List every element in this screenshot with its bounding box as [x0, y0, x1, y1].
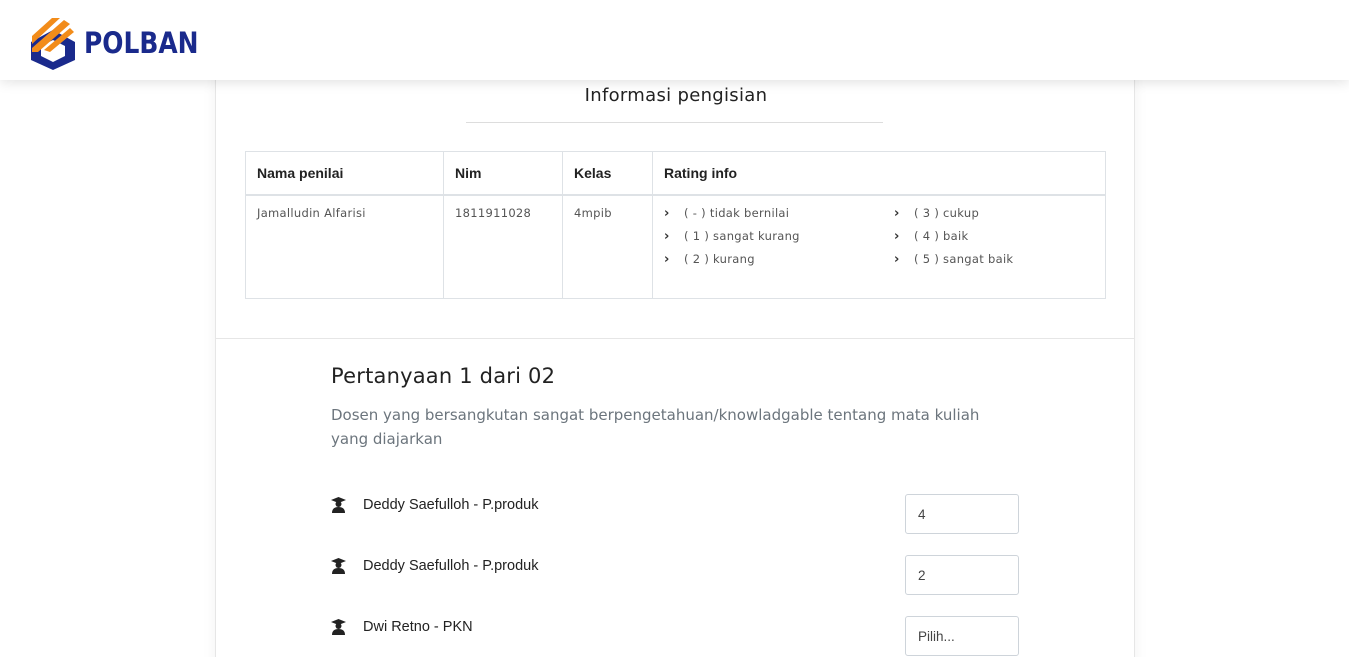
evaluation-card: Informasi pengisian Nama penilai Nim Kel…	[215, 60, 1135, 657]
header-kelas: Kelas	[562, 151, 653, 196]
question-title: Pertanyaan 1 dari 02	[331, 364, 556, 388]
chevron-right-icon: ›	[894, 228, 900, 244]
cell-nim: 1811911028	[443, 194, 563, 299]
cell-rating-info: › ( - ) tidak bernilai › ( 3 ) cukup › ( 1 …	[652, 194, 1106, 299]
chevron-right-icon: ›	[894, 251, 900, 267]
graduate-user-icon	[331, 558, 363, 574]
rating-label: ( 1 ) sangat kurang	[684, 229, 800, 243]
rating-legend: › ( - ) tidak bernilai › ( 3 ) cukup › ( 1 …	[664, 205, 1094, 268]
rating-item: › ( 1 ) sangat kurang	[664, 228, 894, 245]
rating-select-value: Pilih...	[918, 628, 955, 644]
rating-label: ( 3 ) cukup	[914, 206, 980, 220]
cell-kelas: 4mpib	[562, 194, 653, 299]
rating-select-value: 4	[918, 506, 926, 522]
header-nama-penilai: Nama penilai	[245, 151, 444, 196]
header-rating-info: Rating info	[652, 151, 1106, 196]
rating-label: ( 2 ) kurang	[684, 252, 755, 266]
top-navbar: POLBAN	[0, 0, 1349, 80]
table-header-row: Nama penilai Nim Kelas Rating info	[245, 151, 1106, 196]
rating-item: › ( 3 ) cukup	[894, 205, 1094, 222]
cell-nama: Jamalludin Alfarisi	[245, 194, 444, 299]
rating-select-value: 2	[918, 567, 926, 583]
graduate-user-icon	[331, 619, 363, 635]
rating-select[interactable]: 4	[905, 494, 1019, 534]
title-divider	[466, 122, 883, 123]
rating-item: › ( 4 ) baik	[894, 228, 1094, 245]
polban-logo[interactable]: POLBAN	[30, 16, 217, 70]
rating-label: ( - ) tidak bernilai	[684, 206, 790, 220]
lecturer-name: Deddy Saefulloh - P.produk	[363, 497, 539, 513]
rating-item: › ( - ) tidak bernilai	[664, 205, 894, 222]
rating-select[interactable]: 2	[905, 555, 1019, 595]
info-table: Nama penilai Nim Kelas Rating info Jamal…	[245, 151, 1106, 299]
lecturer-name: Dwi Retno - PKN	[363, 619, 473, 635]
info-title: Informasi pengisian	[584, 85, 768, 106]
header-nim: Nim	[443, 151, 563, 196]
section-divider	[216, 338, 1134, 339]
chevron-right-icon: ›	[894, 205, 900, 221]
rating-item: › ( 2 ) kurang	[664, 251, 894, 268]
chevron-right-icon: ›	[664, 205, 670, 221]
polban-logo-icon	[31, 18, 75, 70]
brand-name: POLBAN	[84, 26, 199, 60]
rating-label: ( 4 ) baik	[914, 229, 969, 243]
lecturer-name: Deddy Saefulloh - P.produk	[363, 558, 539, 574]
rating-label: ( 5 ) sangat baik	[914, 252, 1014, 266]
graduate-user-icon	[331, 497, 363, 513]
chevron-right-icon: ›	[664, 228, 670, 244]
rating-select[interactable]: Pilih...	[905, 616, 1019, 656]
chevron-right-icon: ›	[664, 251, 670, 267]
table-row: Jamalludin Alfarisi 1811911028 4mpib › ( …	[245, 194, 1106, 299]
question-text: Dosen yang bersangkutan sangat berpenget…	[331, 406, 980, 448]
rating-item: › ( 5 ) sangat baik	[894, 251, 1094, 268]
